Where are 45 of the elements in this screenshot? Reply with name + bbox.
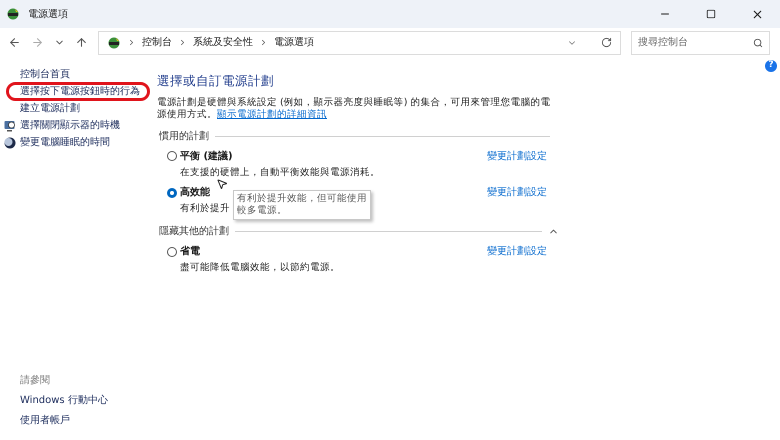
help-icon[interactable]: ?	[765, 60, 777, 72]
plan-description: 在支援的硬體上，自動平衡效能與電源消耗。	[179, 166, 380, 180]
plan-name: 平衡 (建議)	[180, 149, 233, 164]
breadcrumb-item[interactable]: 電源選項	[274, 35, 314, 50]
search-icon[interactable]	[753, 38, 763, 48]
window-title: 電源選項	[28, 8, 68, 22]
refresh-icon[interactable]	[601, 37, 612, 48]
chevron-right-icon	[178, 38, 187, 47]
change-plan-link[interactable]: 變更計劃設定	[487, 185, 547, 200]
plan-radio-button[interactable]	[167, 246, 177, 257]
plan-description: 盡可能降低電腦效能，以節約電源。	[179, 261, 340, 276]
description-text: 電源計劃是硬體與系統設定 (例如，顯示器亮度與睡眠等) 的集合，可用來管理您電腦的電源使用方式。顯示電源計劃的詳細資訊	[157, 96, 552, 121]
back-button[interactable]	[8, 36, 21, 49]
search-field[interactable]: 搜尋控制台	[631, 30, 770, 54]
change-plan-link[interactable]: 變更計劃設定	[487, 148, 547, 164]
group-heading: 隱藏其他的計劃	[158, 224, 229, 240]
sidebar-link[interactable]: 選擇關閉顯示器的時機	[20, 118, 120, 133]
monitor-clock-icon	[4, 120, 16, 132]
mouse-cursor-icon	[216, 178, 228, 190]
sidebar-link[interactable]: 控制台首頁	[20, 67, 70, 82]
see-also-heading: 請參閱	[20, 374, 51, 388]
see-also-link[interactable]: Windows 行動中心	[20, 393, 152, 408]
see-also-link[interactable]: 使用者帳戶	[20, 413, 152, 428]
details-link[interactable]: 顯示電源計劃的詳細資訊	[217, 108, 327, 120]
maximize-icon	[706, 9, 716, 19]
plan-description: 有利於提升	[179, 202, 230, 216]
sidebar-link[interactable]: 變更電腦睡眠的時間	[20, 135, 110, 150]
close-icon	[750, 8, 764, 20]
plan-name: 高效能	[180, 185, 210, 200]
change-plan-link[interactable]: 變更計劃設定	[487, 244, 547, 260]
plan-radio-button[interactable]	[167, 151, 177, 162]
breadcrumb-item[interactable]: 控制台	[142, 35, 172, 50]
chevron-right-icon	[259, 38, 268, 47]
sidebar-link[interactable]: 選擇按下電源按鈕時的行為	[20, 84, 140, 99]
up-button[interactable]	[75, 36, 88, 49]
sidebar-link[interactable]: 建立電源計劃	[20, 101, 80, 116]
breadcrumb-item[interactable]: 系統及安全性	[193, 35, 253, 50]
plan-radio-button[interactable]	[167, 188, 177, 198]
tooltip: 有利於提升效能，但可能使用較多電源。	[233, 190, 371, 220]
page-heading: 選擇或自訂電源計劃	[157, 72, 275, 90]
plan-name: 省電	[180, 244, 200, 260]
address-bar[interactable]: 控制台 系統及安全性 電源選項	[98, 30, 621, 54]
group-heading: 慣用的計劃	[158, 130, 209, 144]
moon-icon	[4, 136, 16, 148]
chevron-right-icon	[127, 38, 136, 47]
